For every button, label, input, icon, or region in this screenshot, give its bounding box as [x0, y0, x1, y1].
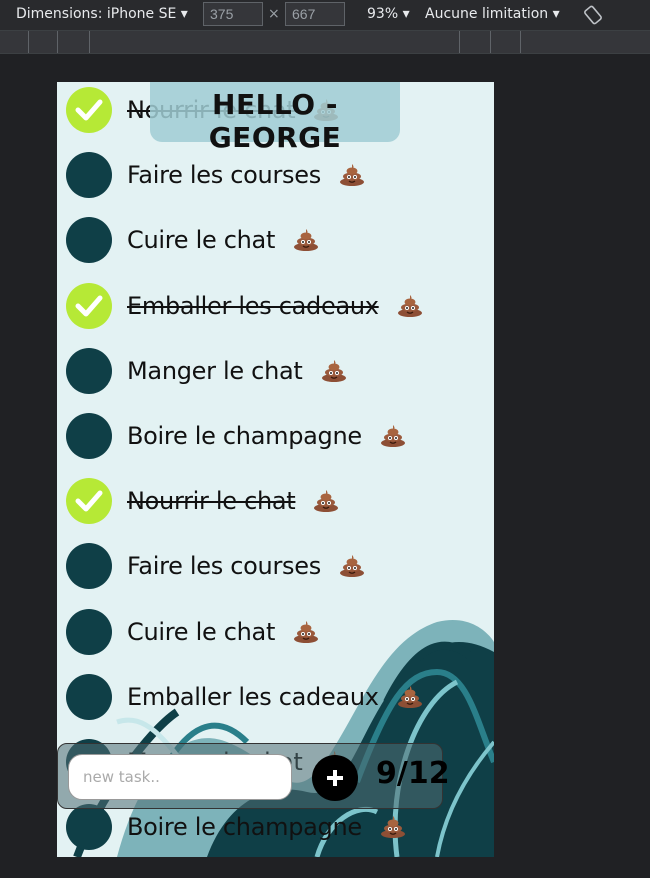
task-counter: 9/12 — [376, 756, 450, 791]
device-dimensions-dropdown[interactable]: Dimensions: iPhone SE — [16, 6, 188, 22]
zoom-dropdown[interactable]: 93% — [367, 6, 410, 22]
task-checkbox[interactable] — [66, 413, 112, 459]
task-item: Nourrir le chat — [66, 477, 339, 525]
delete-poop-icon[interactable] — [339, 555, 365, 578]
throttling-dropdown[interactable]: Aucune limitation — [425, 6, 560, 22]
task-item: Cuire le chat — [66, 608, 319, 656]
add-task-button[interactable] — [312, 755, 358, 801]
width-input[interactable] — [203, 2, 263, 26]
task-checkbox-checked[interactable] — [66, 87, 112, 133]
task-label: Nourrir le chat — [127, 487, 296, 516]
task-item: Boire le champagne — [66, 803, 406, 851]
task-item: Emballer les cadeaux — [66, 282, 423, 330]
task-item: Manger le chat — [66, 347, 347, 395]
task-label: Cuire le chat — [127, 226, 276, 255]
delete-poop-icon[interactable] — [380, 425, 406, 447]
task-checkbox-checked[interactable] — [66, 478, 112, 525]
task-checkbox[interactable] — [66, 673, 112, 720]
task-item: Faire les courses — [66, 151, 365, 199]
delete-poop-icon[interactable] — [313, 490, 339, 513]
task-item: Boire le champagne — [66, 412, 406, 460]
checkmark-icon — [75, 295, 103, 317]
task-label: Emballer les cadeaux — [127, 682, 379, 711]
checkmark-icon — [75, 490, 103, 512]
task-checkbox[interactable] — [66, 347, 112, 394]
task-label: Manger le chat — [127, 356, 303, 385]
task-label: Faire les courses — [127, 552, 321, 581]
height-input[interactable] — [285, 2, 345, 26]
task-item: Cuire le chat — [66, 216, 319, 264]
task-label: Cuire le chat — [127, 617, 276, 646]
ruler-segment[interactable] — [89, 31, 90, 53]
new-task-input[interactable] — [68, 754, 292, 800]
app-viewport: Nourrir le chat Faire les courses Cuire le… — [57, 82, 494, 857]
ruler-segment[interactable] — [520, 31, 521, 53]
device-toolbar: Dimensions: iPhone SE × 93% Aucune limit… — [0, 0, 650, 30]
task-label: Boire le champagne — [127, 422, 362, 450]
task-label: Faire les courses — [127, 161, 321, 190]
delete-poop-icon[interactable] — [293, 620, 319, 643]
rotate-icon[interactable] — [583, 5, 603, 25]
page-title: HELLO - GEORGE — [208, 88, 342, 154]
ruler-segment[interactable] — [28, 31, 29, 53]
header-card: HELLO - GEORGE — [150, 82, 400, 154]
task-item: Faire les courses — [66, 542, 365, 590]
delete-poop-icon[interactable] — [293, 229, 319, 252]
task-checkbox[interactable] — [66, 804, 112, 851]
delete-poop-icon[interactable] — [339, 164, 365, 187]
delete-poop-icon[interactable] — [380, 816, 406, 839]
ruler-segment[interactable] — [459, 31, 460, 53]
ruler-segment[interactable] — [490, 31, 491, 53]
task-label: Boire le champagne — [127, 813, 362, 842]
ruler-segment[interactable] — [57, 31, 58, 53]
delete-poop-icon[interactable] — [321, 359, 347, 382]
plus-icon — [327, 770, 343, 786]
task-checkbox-checked[interactable] — [66, 282, 112, 329]
task-checkbox[interactable] — [66, 543, 112, 590]
delete-poop-icon[interactable] — [397, 685, 423, 708]
times-symbol: × — [268, 6, 280, 22]
checkmark-icon — [75, 99, 103, 121]
task-label: Emballer les cadeaux — [127, 291, 379, 320]
add-task-bar: 9/12 — [57, 743, 450, 809]
task-checkbox[interactable] — [66, 217, 112, 264]
task-checkbox[interactable] — [66, 608, 112, 655]
media-query-ruler — [0, 30, 650, 54]
task-checkbox[interactable] — [66, 152, 112, 199]
delete-poop-icon[interactable] — [397, 294, 423, 317]
task-item: Emballer les cadeaux — [66, 673, 423, 721]
